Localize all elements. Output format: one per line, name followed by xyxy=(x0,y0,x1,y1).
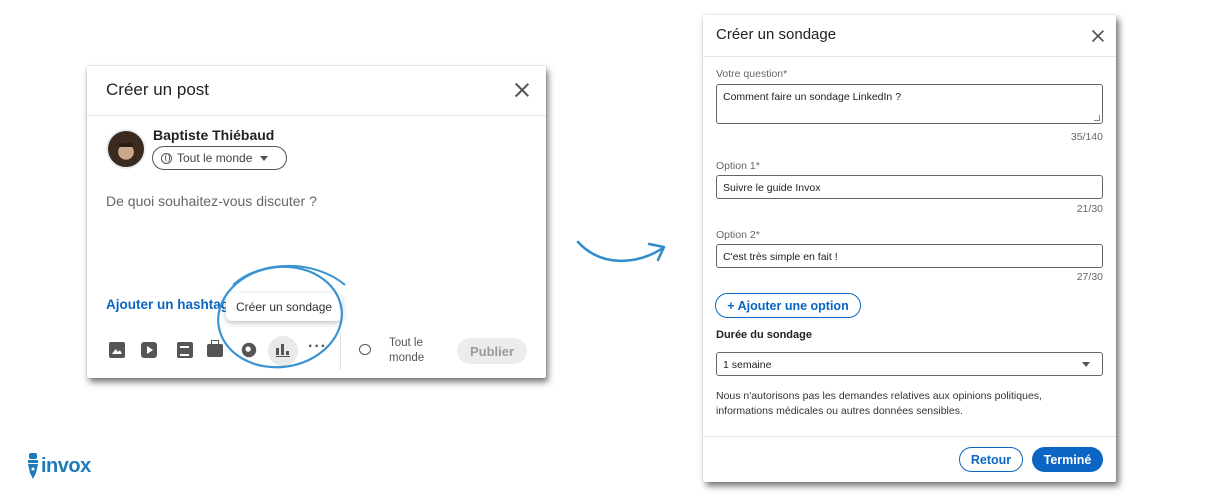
required-mark: * xyxy=(755,160,760,172)
option-1-label: Option 1* xyxy=(716,160,760,172)
option-1-label-text: Option 1 xyxy=(716,160,756,172)
pen-nib-icon xyxy=(28,453,38,479)
option-1-value: Suivre le guide Invox xyxy=(723,182,821,194)
add-option-button[interactable]: + Ajouter une option xyxy=(715,293,861,318)
post-text-input[interactable]: De quoi souhaitez-vous discuter ? xyxy=(106,193,317,209)
question-counter: 35/140 xyxy=(1070,131,1103,143)
option-2-label: Option 2* xyxy=(716,229,760,241)
duration-select[interactable]: 1 semaine xyxy=(716,352,1103,376)
required-mark: * xyxy=(783,68,788,80)
question-label: Votre question* xyxy=(716,68,787,80)
avatar xyxy=(106,129,146,169)
option-1-input[interactable]: Suivre le guide Invox xyxy=(716,175,1103,199)
option-2-counter: 27/30 xyxy=(1076,271,1103,283)
disclaimer-text: Nous n'autorisons pas les demandes relat… xyxy=(716,390,1042,417)
publish-button[interactable]: Publier xyxy=(457,338,527,364)
highlight-circle xyxy=(217,264,346,369)
logo-text: invox xyxy=(41,455,91,477)
chevron-down-icon xyxy=(1082,362,1090,367)
modal-title: Créer un post xyxy=(106,80,209,99)
option-2-label-text: Option 2 xyxy=(716,229,756,241)
option-2-input[interactable]: C'est très simple en fait ! xyxy=(716,244,1103,268)
document-icon[interactable] xyxy=(177,342,193,358)
close-icon[interactable] xyxy=(513,81,531,99)
option-2-value: C'est très simple en fait ! xyxy=(723,251,838,263)
modal-header: Créer un post xyxy=(87,66,546,116)
modal-header: Créer un sondage xyxy=(703,15,1116,57)
done-button[interactable]: Terminé xyxy=(1032,447,1103,472)
footer-divider xyxy=(703,436,1116,437)
image-icon[interactable] xyxy=(109,342,125,358)
duration-label: Durée du sondage xyxy=(716,329,812,341)
transition-arrow-icon xyxy=(576,240,666,263)
visibility-line-2: monde xyxy=(389,352,425,364)
duration-value: 1 semaine xyxy=(723,359,772,371)
invox-logo: invox xyxy=(27,453,117,483)
question-value: Comment faire un sondage LinkedIn ? xyxy=(723,91,902,103)
option-1-counter: 21/30 xyxy=(1076,203,1103,215)
audience-label: Tout le monde xyxy=(177,151,253,165)
chevron-down-icon xyxy=(260,155,269,161)
close-icon[interactable] xyxy=(1090,28,1105,43)
back-button[interactable]: Retour xyxy=(959,447,1023,472)
question-input[interactable]: Comment faire un sondage LinkedIn ? xyxy=(716,84,1103,124)
visibility-line-1: Tout le xyxy=(389,337,423,349)
create-poll-modal: Créer un sondage Votre question* Comment… xyxy=(703,15,1116,482)
author-name: Baptiste Thiébaud xyxy=(153,127,275,143)
resize-handle-icon[interactable] xyxy=(1094,115,1100,121)
question-label-text: Votre question xyxy=(716,68,784,80)
modal-title: Créer un sondage xyxy=(716,26,837,43)
audience-selector[interactable]: Tout le monde xyxy=(152,146,287,170)
video-icon[interactable] xyxy=(141,342,157,358)
comment-icon[interactable] xyxy=(359,344,371,355)
globe-icon xyxy=(161,152,172,164)
comment-visibility[interactable]: Tout le monde xyxy=(389,336,439,366)
required-mark: * xyxy=(755,229,760,241)
